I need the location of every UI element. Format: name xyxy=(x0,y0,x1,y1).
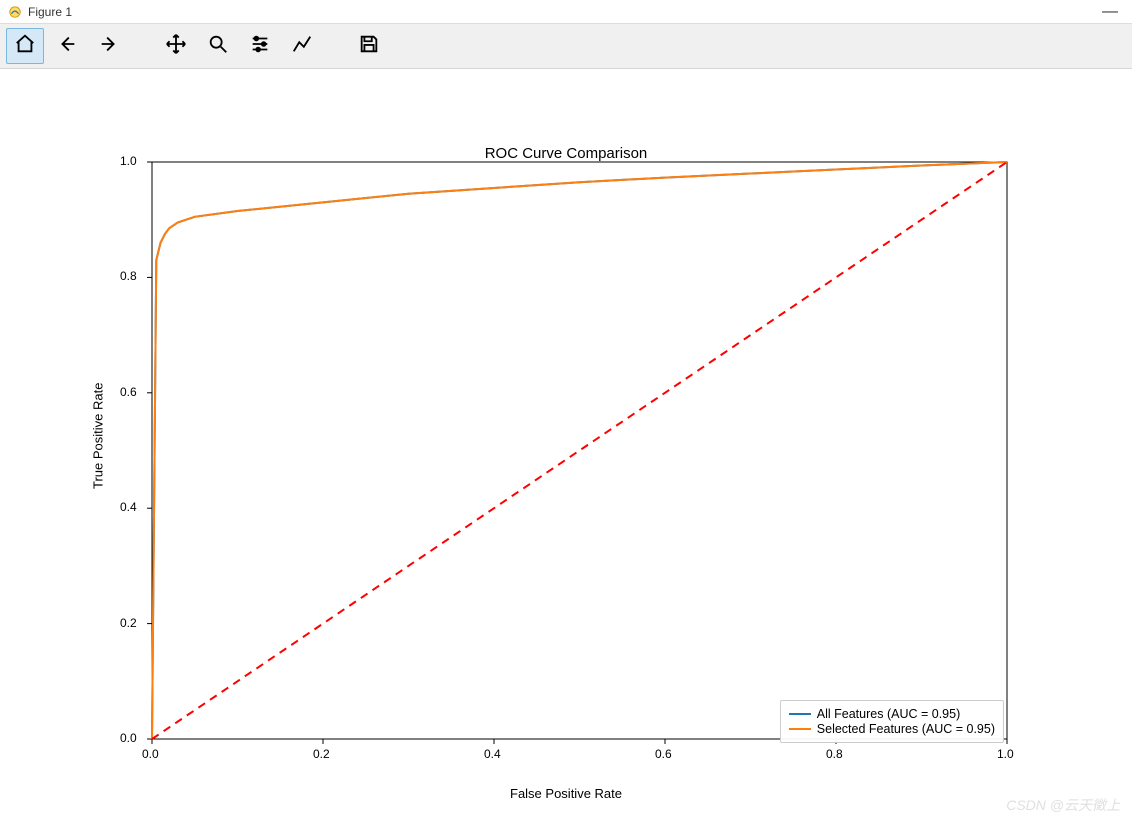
move-icon xyxy=(165,33,187,60)
legend-swatch xyxy=(789,713,811,715)
y-tick-label: 0.0 xyxy=(120,731,137,745)
legend-row: Selected Features (AUC = 0.95) xyxy=(789,722,995,736)
configure-subplots-button[interactable] xyxy=(241,28,279,64)
x-tick-label: 0.8 xyxy=(826,747,843,761)
minimize-button[interactable]: — xyxy=(1096,7,1124,17)
home-button[interactable] xyxy=(6,28,44,64)
legend: All Features (AUC = 0.95)Selected Featur… xyxy=(780,700,1004,743)
arrow-right-icon xyxy=(98,33,120,60)
arrow-left-icon xyxy=(56,33,78,60)
home-icon xyxy=(14,33,36,60)
x-tick-label: 0.2 xyxy=(313,747,330,761)
chart-line-icon xyxy=(291,33,313,60)
forward-button[interactable] xyxy=(90,28,128,64)
save-icon xyxy=(358,33,380,60)
save-button[interactable] xyxy=(350,28,388,64)
x-tick-label: 0.0 xyxy=(142,747,159,761)
edit-axes-button[interactable] xyxy=(283,28,321,64)
y-tick-label: 0.4 xyxy=(120,500,137,514)
y-tick-label: 0.6 xyxy=(120,385,137,399)
legend-swatch xyxy=(789,728,811,730)
pan-button[interactable] xyxy=(157,28,195,64)
sliders-icon xyxy=(249,33,271,60)
legend-label: Selected Features (AUC = 0.95) xyxy=(817,722,995,736)
x-axis-label: False Positive Rate xyxy=(0,786,1132,801)
zoom-button[interactable] xyxy=(199,28,237,64)
legend-row: All Features (AUC = 0.95) xyxy=(789,707,995,721)
window-titlebar: Figure 1 — xyxy=(0,0,1132,24)
toolbar xyxy=(0,24,1132,69)
y-axis-label: True Positive Rate xyxy=(91,383,106,489)
zoom-icon xyxy=(207,33,229,60)
back-button[interactable] xyxy=(48,28,86,64)
x-tick-label: 0.6 xyxy=(655,747,672,761)
plot-area[interactable]: ROC Curve Comparison True Positive Rate … xyxy=(0,69,1132,821)
y-tick-label: 1.0 xyxy=(120,154,137,168)
window-title: Figure 1 xyxy=(28,5,72,19)
y-tick-label: 0.2 xyxy=(120,616,137,630)
x-tick-label: 1.0 xyxy=(997,747,1014,761)
legend-label: All Features (AUC = 0.95) xyxy=(817,707,960,721)
y-tick-label: 0.8 xyxy=(120,269,137,283)
app-icon xyxy=(8,5,22,19)
x-tick-label: 0.4 xyxy=(484,747,501,761)
